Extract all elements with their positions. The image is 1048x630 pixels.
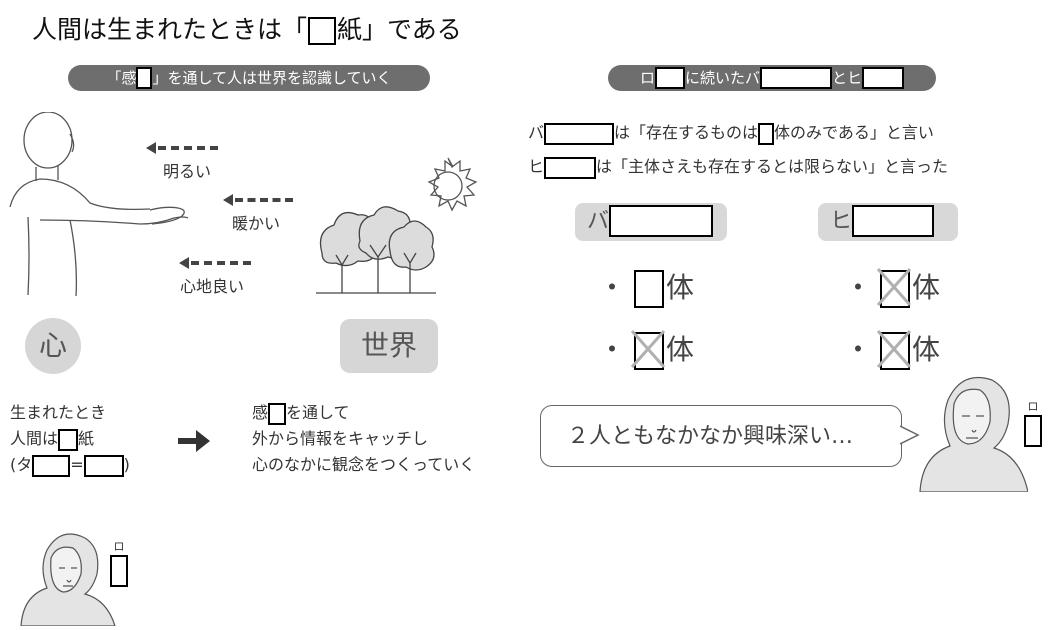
title-text-after: 紙」である (337, 15, 462, 44)
arrow-left-icon (223, 194, 233, 206)
name-label-left: ロ (110, 538, 128, 587)
answer-blank[interactable] (880, 332, 911, 370)
answer-blank[interactable] (268, 402, 287, 425)
perception-explanation: 感を通して 外から情報をキャッチし 心のなかに観念をつくっていく (252, 402, 476, 474)
name-label-right: ロ (1024, 398, 1042, 447)
person-illustration (9, 112, 189, 297)
arrow-label-warm: 暖かい (232, 214, 281, 233)
arrow-left-icon (179, 257, 189, 269)
birth-explanation: 生まれたとき 人間は紙 (タ =) (10, 400, 130, 478)
page-title: 人間は生まれたときは「 紙」である (32, 10, 462, 46)
answer-blank[interactable] (880, 270, 911, 308)
left-section-header: 「感 」を通して人は世界を認識していく (68, 65, 430, 91)
speech-bubble: ２人ともなかなか興味深い… (540, 405, 902, 467)
bullet-ba-2: ・体 (598, 330, 694, 370)
philosopher-portrait-right (919, 376, 1028, 492)
right-section-header: ロに続いたバ とヒ (608, 65, 936, 91)
answer-blank[interactable] (83, 454, 124, 477)
kokoro-badge: 心 (25, 318, 81, 374)
answer-blank[interactable] (609, 204, 714, 237)
answer-blank[interactable] (308, 17, 337, 45)
answer-blank[interactable] (654, 66, 685, 89)
arrow-label-bright: 明るい (163, 162, 212, 181)
sekai-badge: 世界 (340, 319, 438, 373)
trees-icon (316, 206, 436, 294)
title-text-before: 人間は生まれたときは「 (32, 15, 308, 44)
right-arrow-icon (178, 430, 210, 452)
answer-blank[interactable] (634, 270, 665, 308)
philosophers-statements: バは「存在するものは 体のみである」と言い ヒは「主体さえも存在するとは限らない」… (528, 116, 948, 184)
arrow-left-icon (146, 142, 156, 154)
answer-blank[interactable] (110, 555, 128, 587)
answer-blank[interactable] (1024, 415, 1042, 447)
box-hi: ヒ (818, 203, 958, 241)
arrow-label-comfortable: 心地良い (180, 277, 245, 296)
answer-blank[interactable] (758, 122, 775, 145)
answer-blank[interactable] (58, 428, 79, 451)
answer-blank[interactable] (852, 204, 935, 237)
answer-blank[interactable] (136, 66, 153, 89)
bullet-hi-1: ・体 (844, 268, 940, 308)
bullet-hi-2: ・体 (844, 330, 940, 370)
answer-blank[interactable] (760, 66, 832, 89)
bullet-ba-1: ・体 (598, 268, 694, 308)
answer-blank[interactable] (544, 122, 615, 145)
answer-blank[interactable] (544, 156, 597, 179)
answer-blank[interactable] (862, 66, 905, 89)
answer-blank[interactable] (32, 454, 71, 477)
answer-blank[interactable] (634, 332, 665, 370)
box-ba: バ (575, 203, 727, 241)
